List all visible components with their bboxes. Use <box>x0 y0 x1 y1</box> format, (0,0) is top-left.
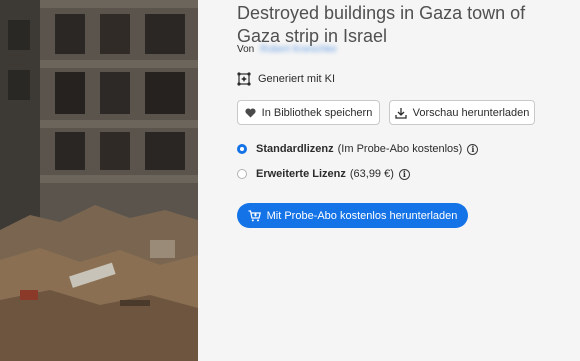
ai-badge-label: Generiert mit KI <box>258 73 336 85</box>
license-note: (63,99 €) <box>349 168 394 180</box>
save-to-library-button[interactable]: In Bibliothek speichern <box>237 100 380 125</box>
info-icon[interactable]: i <box>467 143 479 155</box>
asset-details-panel: Destroyed buildings in Gaza town of Gaza… <box>198 0 580 361</box>
ai-sparkle-icon <box>237 72 251 86</box>
stock-image-preview[interactable] <box>0 0 198 361</box>
asset-title: Destroyed buildings in Gaza town of Gaza… <box>237 3 526 46</box>
destroyed-building-image <box>0 0 198 361</box>
download-with-trial-button[interactable]: Mit Probe-Abo kostenlos herunterladen <box>237 203 468 228</box>
heart-icon <box>245 107 256 118</box>
license-name: Standardlizenz <box>256 143 334 155</box>
license-note: (Im Probe-Abo kostenlos) <box>337 143 463 155</box>
cart-icon <box>248 209 261 222</box>
download-icon <box>394 107 407 119</box>
license-radio-standard[interactable] <box>237 144 247 154</box>
download-preview-label: Vorschau herunterladen <box>412 106 530 119</box>
license-option-standard[interactable]: Standardlizenz (Im Probe-Abo kostenlos) … <box>237 143 479 155</box>
license-option-extended[interactable]: Erweiterte Lizenz (63,99 €) i <box>237 168 410 180</box>
download-with-trial-label: Mit Probe-Abo kostenlos herunterladen <box>266 209 458 222</box>
author-line: Von Robert Kneschke <box>237 44 337 55</box>
author-link[interactable]: Robert Kneschke <box>260 44 337 55</box>
save-to-library-label: In Bibliothek speichern <box>261 106 373 119</box>
license-radio-extended[interactable] <box>237 169 247 179</box>
ai-generated-badge: Generiert mit KI <box>237 72 335 86</box>
download-preview-button[interactable]: Vorschau herunterladen <box>389 100 535 125</box>
license-name: Erweiterte Lizenz <box>256 168 346 180</box>
info-icon[interactable]: i <box>398 168 410 180</box>
author-prefix: Von <box>237 44 255 55</box>
